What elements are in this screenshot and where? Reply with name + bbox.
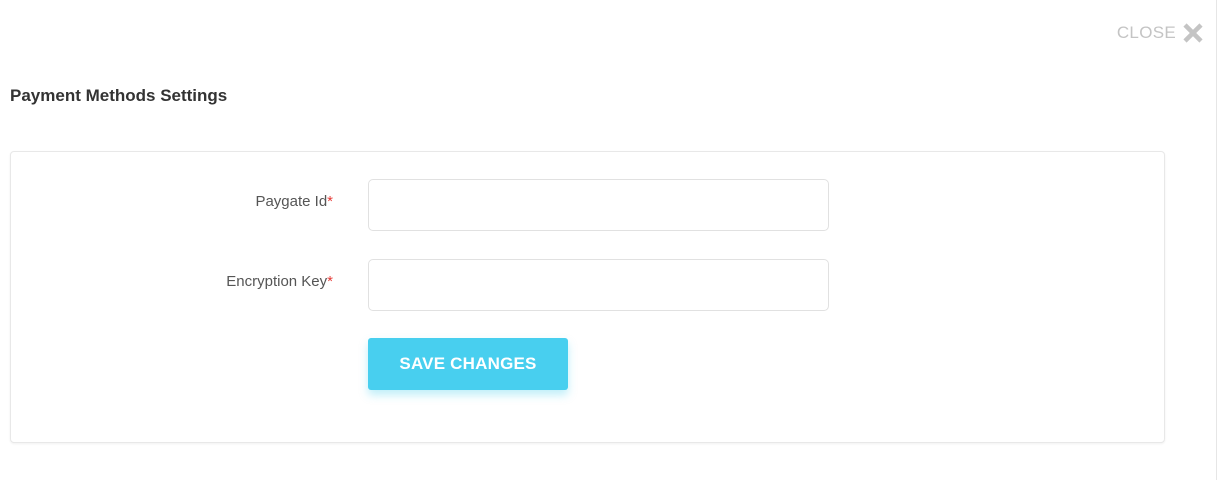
encryption-key-label: Encryption Key* — [11, 273, 333, 290]
page-title: Payment Methods Settings — [10, 86, 228, 105]
required-marker: * — [327, 273, 333, 290]
paygate-id-input[interactable] — [368, 179, 829, 231]
required-marker: * — [327, 193, 333, 210]
settings-page: CLOSE Payment Methods Settings Paygate I… — [0, 0, 1218, 480]
encryption-key-input[interactable] — [368, 259, 829, 311]
close-button[interactable]: CLOSE — [1117, 22, 1204, 44]
close-icon — [1183, 23, 1203, 43]
payment-settings-card: Paygate Id* Encryption Key* SAVE CHANGES — [10, 151, 1165, 443]
scrollbar-edge — [1216, 0, 1217, 480]
save-changes-button[interactable]: SAVE CHANGES — [368, 338, 568, 390]
paygate-id-label: Paygate Id* — [11, 193, 333, 210]
close-label: CLOSE — [1116, 23, 1176, 42]
encryption-key-label-text: Encryption Key — [226, 273, 328, 290]
paygate-id-label-text: Paygate Id — [255, 193, 328, 210]
